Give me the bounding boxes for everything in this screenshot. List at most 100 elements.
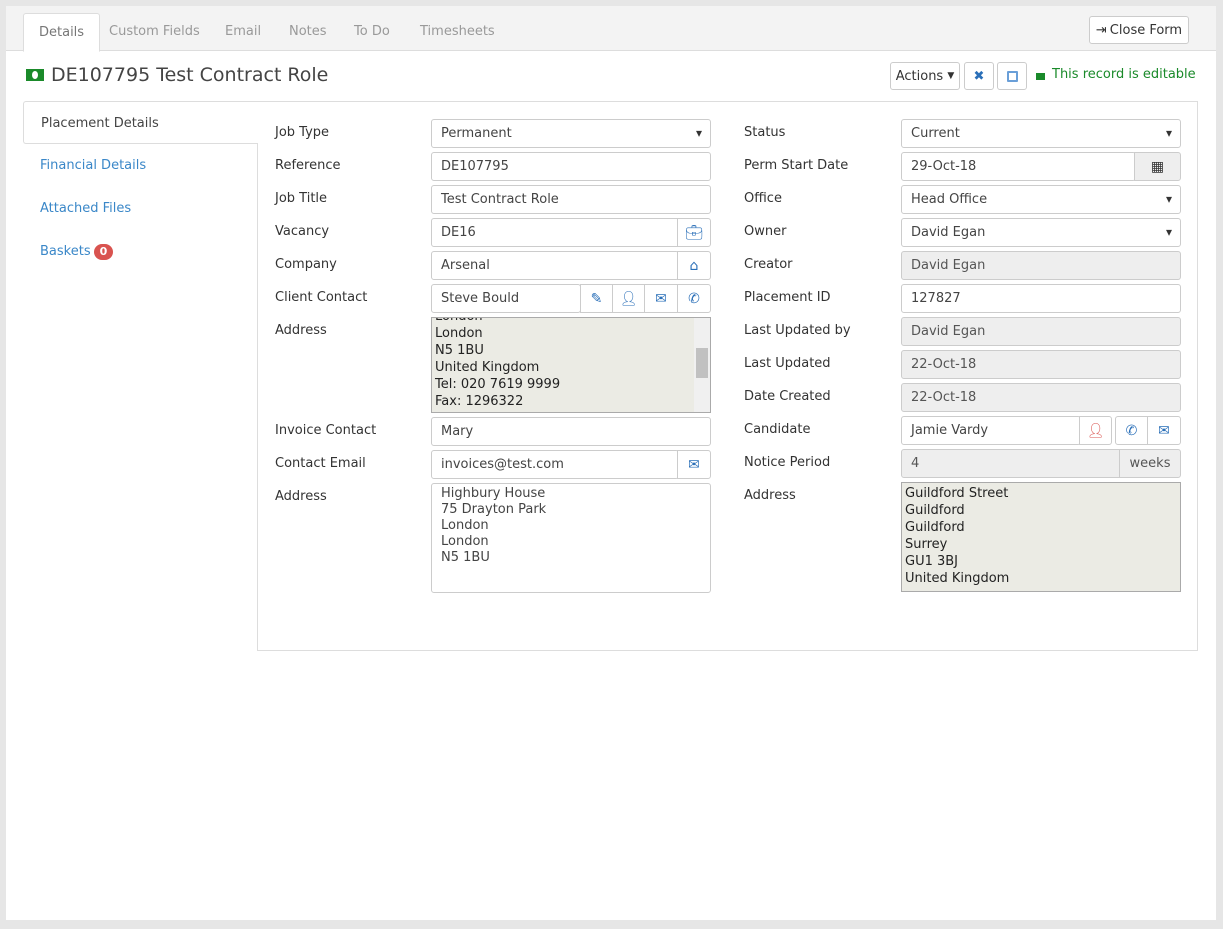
perm-start-label: Perm Start Date bbox=[744, 158, 849, 173]
address-line: Guildford Street bbox=[905, 486, 1009, 501]
close-form-button[interactable]: ⇥ Close Form bbox=[1089, 16, 1189, 44]
address-line: Guildford bbox=[905, 520, 965, 535]
page-title: DE107795 Test Contract Role bbox=[26, 64, 328, 86]
status-select[interactable]: Current bbox=[901, 119, 1181, 148]
nav-placement-details[interactable]: Placement Details bbox=[23, 101, 258, 144]
unlock-icon bbox=[1036, 73, 1045, 80]
invoice-contact-label: Invoice Contact bbox=[275, 423, 377, 438]
briefcase-icon[interactable]: 💼︎ bbox=[677, 218, 711, 247]
client-contact-label: Client Contact bbox=[275, 290, 368, 305]
last-updated-by-field: David Egan bbox=[901, 317, 1181, 346]
actions-dropdown[interactable]: Actions ▼ bbox=[890, 62, 960, 90]
nav-attached-files[interactable]: Attached Files bbox=[23, 187, 258, 230]
address-line: United Kingdom bbox=[435, 360, 540, 375]
owner-select[interactable]: David Egan bbox=[901, 218, 1181, 247]
address-line: Highbury House bbox=[441, 486, 546, 501]
sign-out-icon: ⇥ bbox=[1095, 22, 1107, 38]
company-input[interactable]: Arsenal bbox=[431, 251, 679, 280]
envelope-icon[interactable]: ✉ bbox=[677, 450, 711, 479]
nav-baskets[interactable]: Baskets 0 bbox=[23, 230, 258, 273]
placement-id-input[interactable]: 127827 bbox=[901, 284, 1181, 313]
cancel-button[interactable]: ✖ bbox=[964, 62, 994, 90]
status-label: Status bbox=[744, 125, 786, 140]
user-icon[interactable]: 👤︎ bbox=[1079, 416, 1112, 445]
tab-details[interactable]: Details bbox=[23, 13, 101, 52]
envelope-icon[interactable]: ✉ bbox=[1147, 416, 1181, 445]
tab-custom-fields[interactable]: Custom Fields bbox=[94, 13, 215, 51]
home-icon[interactable]: ⌂ bbox=[677, 251, 711, 280]
candidate-label: Candidate bbox=[744, 422, 811, 437]
candidate-input[interactable]: Jamie Vardy bbox=[901, 416, 1081, 445]
contact-email-label: Contact Email bbox=[275, 456, 366, 471]
address-line: GU1 3BJ bbox=[905, 554, 959, 569]
address-line: N5 1BU bbox=[435, 343, 484, 358]
job-type-label: Job Type bbox=[275, 125, 330, 140]
form-window: Details Custom Fields Email Notes To Do … bbox=[6, 6, 1216, 920]
address-line: London bbox=[441, 518, 489, 533]
vacancy-input[interactable]: DE16 bbox=[431, 218, 679, 247]
save-icon bbox=[1006, 70, 1018, 82]
tab-email[interactable]: Email bbox=[210, 13, 276, 51]
calendar-icon[interactable]: ▦ bbox=[1134, 152, 1181, 181]
office-label: Office bbox=[744, 191, 782, 206]
perm-start-input[interactable]: 29-Oct-18 bbox=[901, 152, 1136, 181]
job-type-select[interactable]: Permanent bbox=[431, 119, 711, 148]
close-icon: ✖ bbox=[973, 68, 985, 84]
address-line: London bbox=[435, 318, 691, 325]
reference-label: Reference bbox=[275, 158, 341, 173]
reference-input[interactable]: DE107795 bbox=[431, 152, 711, 181]
address-line: Surrey bbox=[905, 537, 948, 552]
caret-down-icon: ▼ bbox=[947, 71, 955, 81]
tab-timesheets[interactable]: Timesheets bbox=[405, 13, 510, 51]
edit-icon[interactable]: ✎ bbox=[580, 284, 613, 313]
baskets-count-badge: 0 bbox=[93, 244, 114, 260]
address-line: Guildford bbox=[905, 503, 965, 518]
candidate-address-label: Address bbox=[744, 488, 796, 503]
money-icon bbox=[26, 69, 44, 81]
address-line: United Kingdom bbox=[905, 571, 1010, 586]
phone-icon[interactable]: ✆ bbox=[677, 284, 711, 313]
invoice-address-label: Address bbox=[275, 489, 327, 504]
creator-label: Creator bbox=[744, 257, 793, 272]
creator-field: David Egan bbox=[901, 251, 1181, 280]
placement-id-label: Placement ID bbox=[744, 290, 831, 305]
company-label: Company bbox=[275, 257, 337, 272]
invoice-contact-input[interactable]: Mary bbox=[431, 417, 711, 446]
address-line: 75 Drayton Park bbox=[441, 502, 547, 517]
candidate-address-textarea: Guildford Street Guildford Guildford Sur… bbox=[901, 482, 1181, 592]
scrollbar[interactable] bbox=[694, 318, 710, 412]
client-address-textarea[interactable]: London London N5 1BU United Kingdom Tel:… bbox=[431, 317, 711, 413]
tab-bar: Details Custom Fields Email Notes To Do … bbox=[6, 6, 1216, 52]
office-select[interactable]: Head Office bbox=[901, 185, 1181, 214]
job-title-input[interactable]: Test Contract Role bbox=[431, 185, 711, 214]
nav-financial-details[interactable]: Financial Details bbox=[23, 144, 258, 187]
job-title-label: Job Title bbox=[275, 191, 328, 206]
invoice-address-textarea[interactable]: Highbury House 75 Drayton Park London Lo… bbox=[431, 483, 711, 593]
phone-icon[interactable]: ✆ bbox=[1115, 416, 1148, 445]
address-line: London bbox=[441, 534, 489, 549]
address-line: N5 1BU bbox=[441, 550, 490, 565]
address-line: Tel: 020 7619 9999 bbox=[435, 377, 561, 392]
tab-notes[interactable]: Notes bbox=[274, 13, 342, 51]
client-address-label: Address bbox=[275, 323, 327, 338]
vacancy-label: Vacancy bbox=[275, 224, 330, 239]
envelope-icon[interactable]: ✉ bbox=[644, 284, 678, 313]
date-created-field: 22-Oct-18 bbox=[901, 383, 1181, 412]
address-line: Fax: 1296322 bbox=[435, 394, 524, 409]
owner-label: Owner bbox=[744, 224, 787, 239]
notice-period-field: 4 bbox=[901, 449, 1121, 478]
last-updated-field: 22-Oct-18 bbox=[901, 350, 1181, 379]
editable-status: This record is editable bbox=[1036, 67, 1196, 82]
save-button[interactable] bbox=[997, 62, 1027, 90]
user-icon[interactable]: 👤︎ bbox=[612, 284, 645, 313]
address-line: London bbox=[435, 326, 483, 341]
last-updated-by-label: Last Updated by bbox=[744, 323, 851, 338]
last-updated-label: Last Updated bbox=[744, 356, 831, 371]
contact-email-input[interactable]: invoices@test.com bbox=[431, 450, 679, 479]
tab-to-do[interactable]: To Do bbox=[339, 13, 405, 51]
notice-unit: weeks bbox=[1119, 449, 1181, 478]
date-created-label: Date Created bbox=[744, 389, 831, 404]
client-contact-input[interactable]: Steve Bould bbox=[431, 284, 581, 313]
divider bbox=[257, 143, 258, 651]
side-nav: Placement Details Financial Details Atta… bbox=[23, 101, 258, 273]
